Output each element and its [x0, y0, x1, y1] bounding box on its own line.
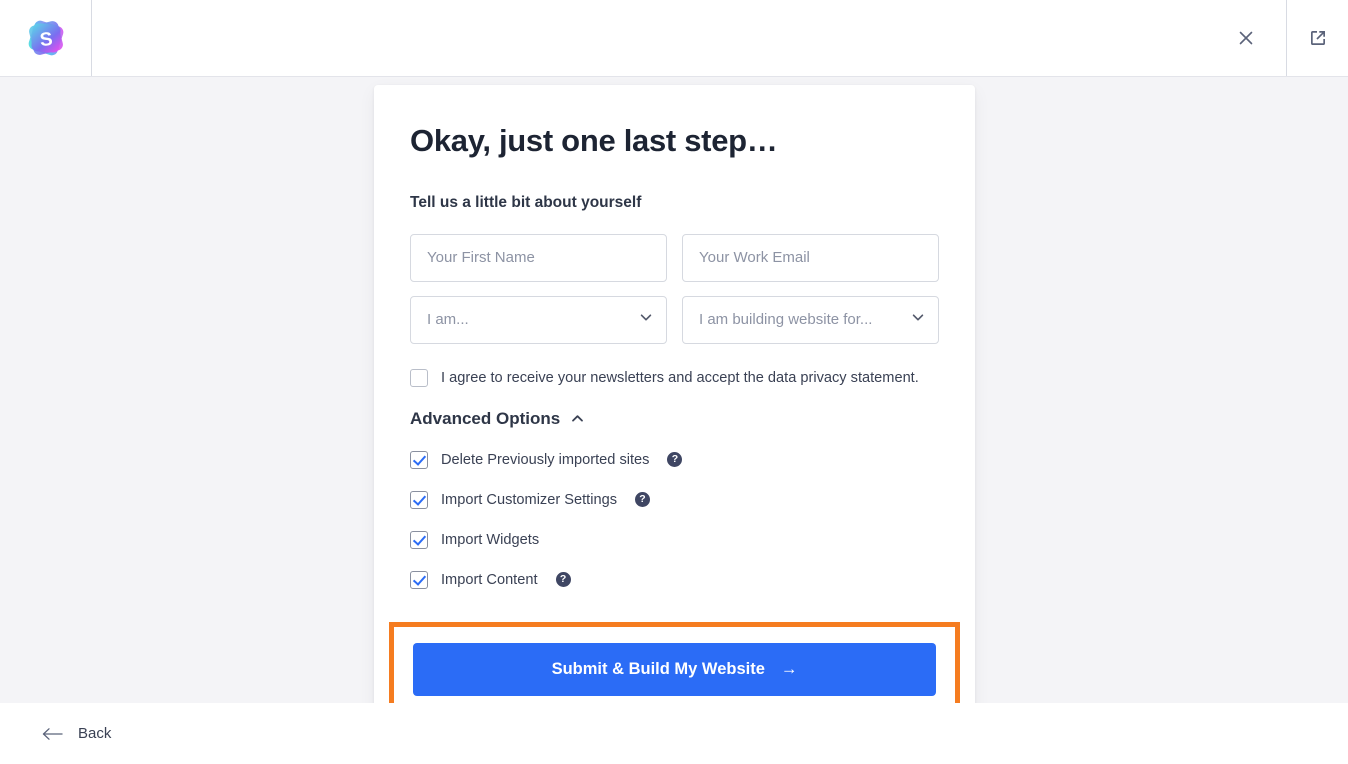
advanced-options-toggle[interactable]: Advanced Options: [410, 409, 585, 429]
purpose-select[interactable]: I am building website for...: [682, 295, 939, 344]
option-label: Import Customizer Settings: [441, 491, 617, 508]
role-select-field: I am...: [410, 295, 667, 344]
role-purpose-row: I am... I am building website for...: [410, 295, 939, 344]
newsletter-consent-label: I agree to receive your newsletters and …: [441, 369, 919, 386]
newsletter-consent-checkbox[interactable]: [410, 368, 428, 387]
option-import-widgets: Import Widgets: [410, 530, 939, 549]
option-label: Import Widgets: [441, 531, 540, 548]
first-name-field: [410, 233, 667, 282]
close-icon: [1239, 31, 1253, 45]
top-bar: S: [0, 0, 1348, 76]
purpose-select-value: I am building website for...: [699, 311, 873, 329]
option-delete-previous-sites: Delete Previously imported sites ?: [410, 450, 939, 469]
option-import-content: Import Content ?: [410, 570, 939, 589]
newsletter-consent-row: I agree to receive your newsletters and …: [410, 368, 939, 387]
option-label: Delete Previously imported sites: [441, 451, 650, 468]
footer-bar: Back: [0, 703, 1348, 764]
first-name-input[interactable]: [410, 233, 667, 282]
option-checkbox[interactable]: [410, 490, 428, 509]
role-select[interactable]: I am...: [410, 295, 667, 344]
onboarding-card: Okay, just one last step… Tell us a litt…: [374, 85, 975, 703]
page-title: Okay, just one last step…: [410, 123, 778, 158]
work-email-input[interactable]: [682, 233, 939, 282]
submit-build-website-button[interactable]: Submit & Build My Website →: [413, 642, 936, 696]
help-icon[interactable]: ?: [667, 452, 683, 468]
open-in-new-tab-button[interactable]: [1300, 20, 1336, 56]
starter-templates-logo: S: [23, 15, 69, 61]
help-icon[interactable]: ?: [635, 492, 650, 508]
submit-button-label: Submit & Build My Website: [551, 659, 765, 678]
option-import-customizer-settings: Import Customizer Settings ?: [410, 490, 939, 509]
logo-letter: S: [38, 29, 53, 51]
external-link-cell: [1287, 0, 1348, 76]
logo-cell: S: [0, 0, 92, 76]
help-icon[interactable]: ?: [555, 572, 571, 588]
external-link-icon: [1310, 31, 1325, 45]
option-checkbox[interactable]: [410, 570, 428, 589]
page-subtitle: Tell us a little bit about yourself: [410, 193, 642, 211]
arrow-right-icon: →: [780, 659, 798, 678]
advanced-options-label: Advanced Options: [410, 408, 561, 428]
option-checkbox[interactable]: [410, 530, 428, 549]
back-button[interactable]: Back: [42, 725, 111, 742]
close-button[interactable]: [1228, 20, 1264, 56]
purpose-select-field: I am building website for...: [682, 295, 939, 344]
work-email-field: [682, 233, 939, 282]
back-button-label: Back: [78, 725, 112, 742]
option-checkbox[interactable]: [410, 450, 428, 469]
submit-highlight-box: Submit & Build My Website →: [389, 621, 960, 703]
top-bar-content-area: [92, 0, 1287, 76]
arrow-left-icon: [42, 727, 64, 741]
main-stage: Okay, just one last step… Tell us a litt…: [0, 77, 1348, 703]
option-label: Import Content: [441, 571, 538, 588]
name-email-row: [410, 233, 939, 282]
role-select-value: I am...: [427, 311, 469, 329]
chevron-up-icon: [570, 411, 585, 426]
